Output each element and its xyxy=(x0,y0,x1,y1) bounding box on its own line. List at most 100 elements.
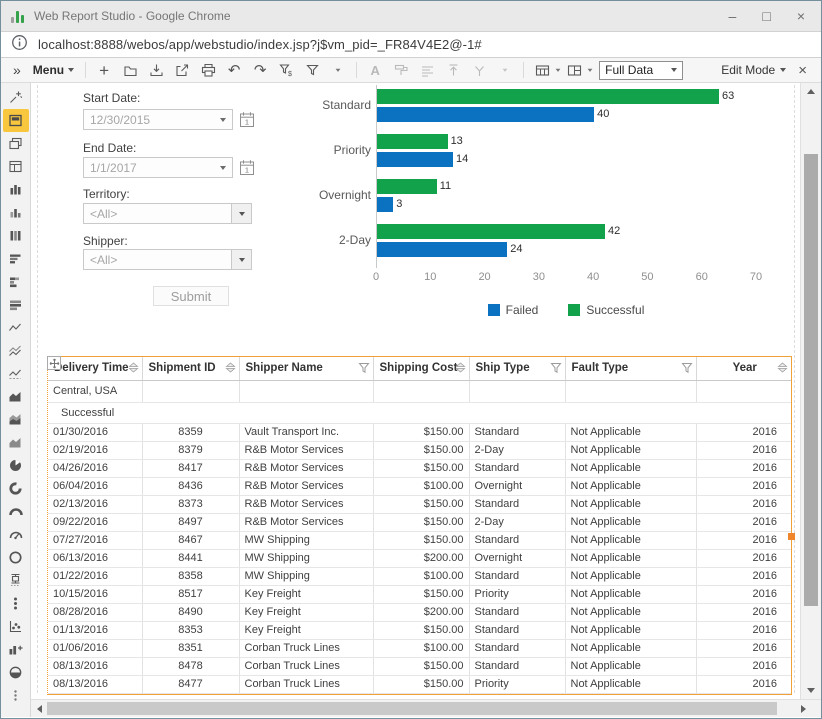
menu-button[interactable]: Menu xyxy=(27,63,80,77)
filter-values-icon[interactable]: $ xyxy=(273,60,299,81)
sidebar-add-chart-icon[interactable] xyxy=(3,638,29,661)
bar-successful-priority[interactable] xyxy=(377,134,448,149)
column-header-ship-type[interactable]: Ship Type xyxy=(469,357,565,380)
more-options-caret-icon[interactable] xyxy=(325,60,351,81)
sidebar-hbar-stacked-icon[interactable] xyxy=(3,270,29,293)
shipper-input[interactable]: <All> xyxy=(83,249,232,270)
save-report-icon[interactable] xyxy=(143,60,169,81)
export-report-icon[interactable] xyxy=(169,60,195,81)
column-header-delivery-time[interactable]: Delivery Time xyxy=(48,357,142,380)
end-date-input[interactable]: 1/1/2017 xyxy=(83,157,233,178)
sidebar-arc-chart-icon[interactable] xyxy=(3,500,29,523)
scroll-down-icon[interactable] xyxy=(801,682,821,699)
maximize-button[interactable]: □ xyxy=(762,9,770,23)
close-button[interactable]: × xyxy=(797,9,805,23)
chevron-down-icon[interactable] xyxy=(220,118,226,125)
sidebar-magic-wand-icon[interactable] xyxy=(3,86,29,109)
scroll-up-icon[interactable] xyxy=(801,83,821,100)
open-report-icon[interactable] xyxy=(117,60,143,81)
horizontal-scroll-thumb[interactable] xyxy=(47,702,777,715)
info-icon[interactable] xyxy=(11,34,28,56)
sidebar-area-chart-alt-icon[interactable] xyxy=(3,408,29,431)
territory-input[interactable]: <All> xyxy=(83,203,232,224)
filter-icon[interactable] xyxy=(358,362,370,377)
shipper-dropdown-button[interactable] xyxy=(232,249,252,270)
sidebar-area-chart-icon[interactable] xyxy=(3,385,29,408)
bar-failed-standard[interactable] xyxy=(377,107,594,122)
horizontal-scrollbar[interactable] xyxy=(31,699,821,717)
vertical-scroll-thumb[interactable] xyxy=(804,154,818,606)
column-header-shipment-id[interactable]: Shipment ID xyxy=(142,357,239,380)
sort-icon[interactable] xyxy=(455,362,466,376)
bar-successful-overnight[interactable] xyxy=(377,179,437,194)
sidebar-ring-chart-icon[interactable] xyxy=(3,546,29,569)
column-header-fault-type[interactable]: Fault Type xyxy=(565,357,696,380)
legend-item-successful[interactable]: Successful xyxy=(568,303,644,317)
url-text[interactable]: localhost:8888/webos/app/webstudio/index… xyxy=(38,37,482,52)
undo-icon[interactable]: ↶ xyxy=(221,60,247,81)
bar-failed-priority[interactable] xyxy=(377,152,453,167)
sidebar-scatter-chart-icon[interactable] xyxy=(3,615,29,638)
filter-icon[interactable] xyxy=(299,60,325,81)
chevron-down-icon[interactable] xyxy=(220,166,226,173)
bar-failed-overnight[interactable] xyxy=(377,197,393,212)
sidebar-column-chart-dense-icon[interactable] xyxy=(3,224,29,247)
sidebar-line-baseline-chart-icon[interactable] xyxy=(3,362,29,385)
print-icon[interactable] xyxy=(195,60,221,81)
scroll-right-icon[interactable] xyxy=(795,700,811,717)
address-bar[interactable]: localhost:8888/webos/app/webstudio/index… xyxy=(1,32,821,58)
page-layout-icon[interactable] xyxy=(561,60,587,81)
minimize-button[interactable]: – xyxy=(729,9,737,23)
end-date-calendar-icon[interactable]: 1 xyxy=(238,157,256,177)
column-header-shipper-name[interactable]: Shipper Name xyxy=(239,357,373,380)
filter-icon[interactable] xyxy=(550,362,562,377)
table-cell: 8436 xyxy=(142,477,239,495)
vertical-scrollbar[interactable] xyxy=(800,83,821,699)
sidebar-pie-chart-icon[interactable] xyxy=(3,454,29,477)
start-date-input[interactable]: 12/30/2015 xyxy=(83,109,233,130)
sidebar-semicircle-chart-icon[interactable] xyxy=(3,661,29,684)
column-header-label: Shipping Cost xyxy=(380,362,458,374)
chevron-down-icon[interactable] xyxy=(588,69,593,75)
start-date-calendar-icon[interactable]: 1 xyxy=(238,109,256,129)
sidebar-boxplot-chart-icon[interactable] xyxy=(3,569,29,592)
column-header-year[interactable]: Year xyxy=(696,357,791,380)
filter-icon[interactable] xyxy=(681,362,693,377)
bar-failed-2-day[interactable] xyxy=(377,242,507,257)
sidebar-column-chart-alt-icon[interactable] xyxy=(3,201,29,224)
sidebar-dot-plot-icon[interactable] xyxy=(3,592,29,615)
sort-icon[interactable] xyxy=(225,362,236,376)
sort-icon[interactable] xyxy=(777,362,788,376)
sidebar-area-chart-gray-icon[interactable] xyxy=(3,431,29,454)
data-view-select[interactable]: Full Data xyxy=(599,61,683,80)
sidebar-column-chart-icon[interactable] xyxy=(3,178,29,201)
territory-dropdown-button[interactable] xyxy=(232,203,252,224)
expand-toolbar-icon[interactable]: » xyxy=(7,62,27,78)
column-header-shipping-cost[interactable]: Shipping Cost xyxy=(373,357,469,380)
scroll-left-icon[interactable] xyxy=(31,700,47,717)
sidebar-hbar-stacked-alt-icon[interactable] xyxy=(3,293,29,316)
bar-successful-standard[interactable] xyxy=(377,89,719,104)
bar-successful-2-day[interactable] xyxy=(377,224,605,239)
table-resize-handle[interactable] xyxy=(788,533,795,540)
chevron-down-icon[interactable] xyxy=(556,69,561,75)
table-grid-icon[interactable] xyxy=(529,60,555,81)
toolbar-close-icon[interactable]: × xyxy=(794,62,815,79)
sort-icon[interactable] xyxy=(128,362,139,376)
sidebar-panel-section-icon[interactable] xyxy=(3,109,29,132)
submit-button[interactable]: Submit xyxy=(153,286,229,306)
new-report-icon[interactable]: + xyxy=(91,60,117,81)
sidebar-donut-chart-icon[interactable] xyxy=(3,477,29,500)
redo-icon[interactable]: ↷ xyxy=(247,60,273,81)
sidebar-hbar-chart-icon[interactable] xyxy=(3,247,29,270)
bar-value-label: 13 xyxy=(451,134,463,149)
sidebar-window-panel-icon[interactable] xyxy=(3,132,29,155)
sidebar-gauge-chart-icon[interactable] xyxy=(3,523,29,546)
legend-item-failed[interactable]: Failed xyxy=(488,303,539,317)
sidebar-line-chart-icon[interactable] xyxy=(3,316,29,339)
sidebar-multi-line-chart-icon[interactable] xyxy=(3,339,29,362)
edit-mode-button[interactable]: Edit Mode xyxy=(713,63,794,77)
table-move-handle[interactable] xyxy=(47,356,61,370)
sidebar-more-tools-icon[interactable] xyxy=(3,684,29,707)
sidebar-nested-panel-icon[interactable] xyxy=(3,155,29,178)
